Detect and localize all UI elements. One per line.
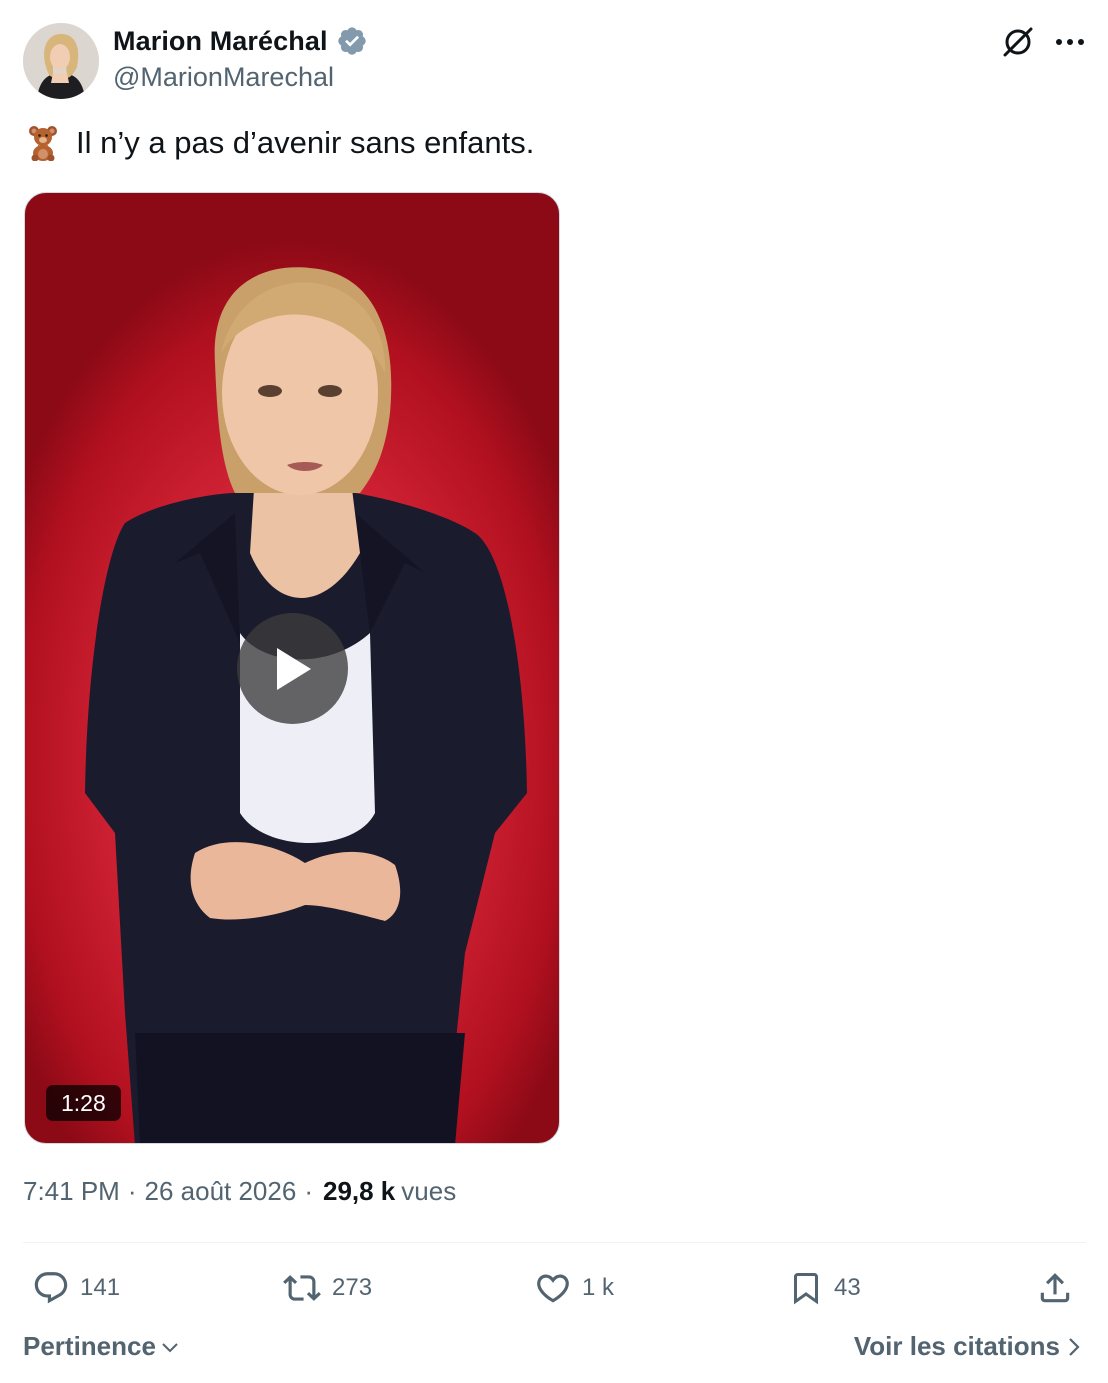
reply-button[interactable]: 141 [32,1265,120,1311]
verified-badge-icon[interactable] [336,25,368,57]
video-duration: 1:28 [46,1085,121,1121]
chevron-down-icon [162,1342,178,1352]
tweet-meta: 7:41 PM · 26 août 2026 · 29,8 k vues [23,1176,456,1207]
repost-icon [283,1275,321,1301]
views-count: 29,8 k [322,1176,396,1206]
view-quotes-link[interactable]: Voir les citations [854,1331,1082,1362]
sort-dropdown[interactable]: Pertinence [23,1331,180,1362]
reply-count: 141 [80,1274,121,1301]
like-button[interactable]: 1 k [534,1265,614,1311]
bookmark-count: 43 [834,1274,861,1301]
author-handle[interactable]: @MarionMarechal [113,62,334,93]
meta-separator: · [127,1176,137,1206]
reply-icon [34,1272,68,1304]
more-dots-icon[interactable] [1050,22,1090,62]
chevron-right-icon [1069,1337,1080,1356]
play-button[interactable] [237,613,348,724]
like-count: 1 k [582,1274,615,1301]
video-player[interactable]: 1:28 [24,192,560,1144]
sort-label: Pertinence [23,1331,156,1361]
share-button[interactable] [1036,1265,1074,1311]
tweet-text-row: Il n’y a pas d’avenir sans enfants. [28,124,534,162]
author-name[interactable]: Marion Maréchal [113,26,328,57]
views-label: vues [401,1176,457,1206]
repost-count: 273 [332,1274,373,1301]
tweet-time[interactable]: 7:41 PM [23,1176,120,1207]
meta-separator: · [304,1176,313,1206]
play-icon [276,647,311,690]
grok-icon[interactable] [998,22,1038,62]
bookmark-icon [794,1273,818,1305]
tweet-text: Il n’y a pas d’avenir sans enfants. [76,125,535,160]
heart-icon [537,1274,569,1303]
tweet-date[interactable]: 26 août 2026 [145,1176,297,1207]
bookmark-button[interactable]: 43 [788,1265,861,1311]
divider [23,1242,1086,1243]
teddy-bear-emoji-icon [28,124,62,162]
share-icon [1040,1273,1070,1303]
repost-button[interactable]: 273 [282,1265,372,1311]
quotes-label: Voir les citations [853,1331,1060,1361]
avatar[interactable] [23,23,99,99]
